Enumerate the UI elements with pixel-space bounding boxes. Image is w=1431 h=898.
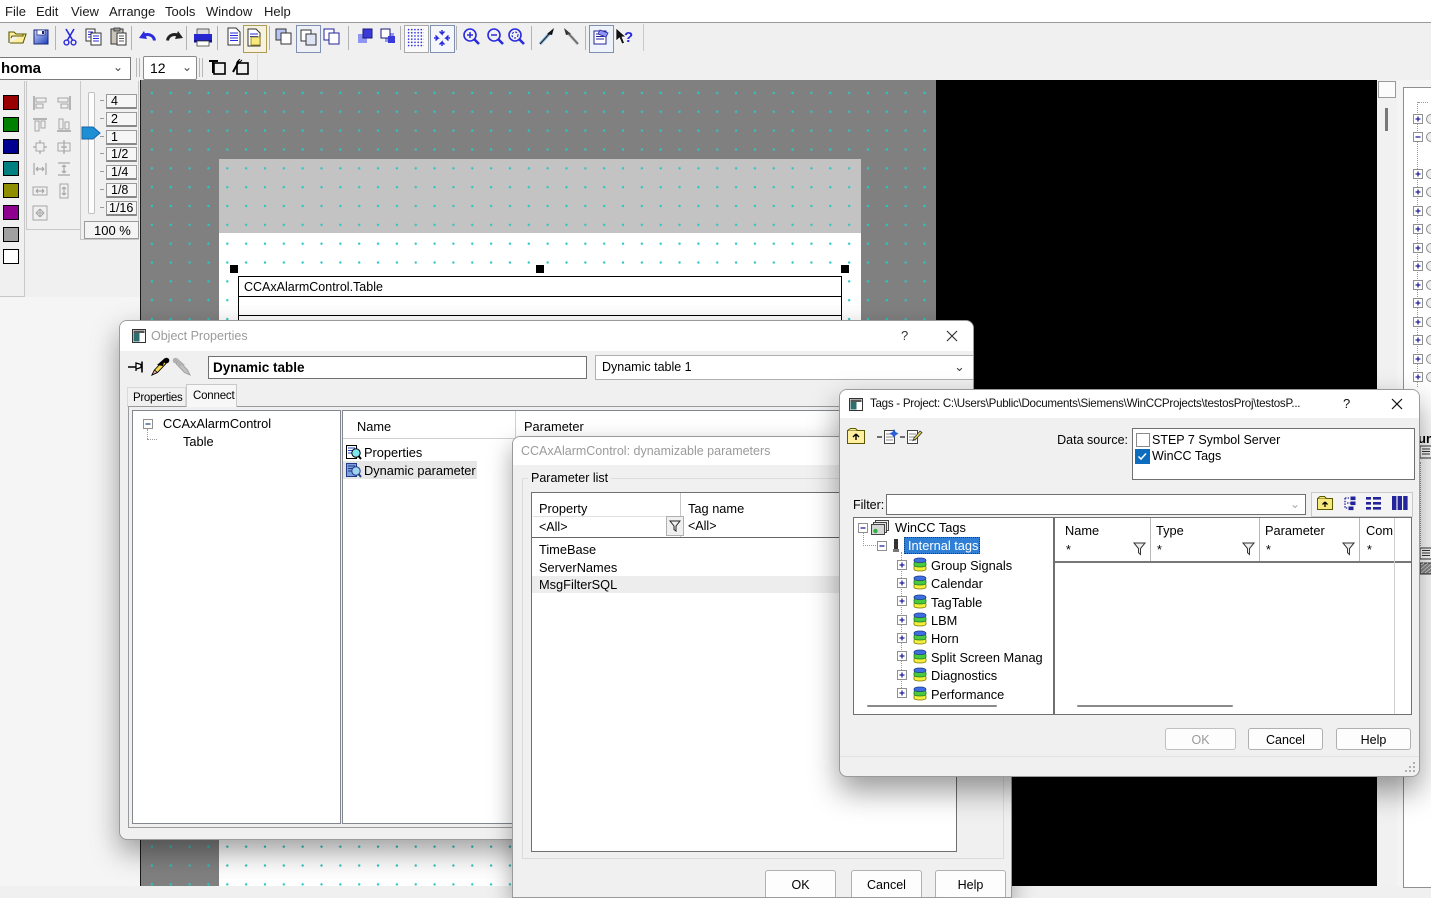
svg-text:?: ?	[624, 29, 633, 46]
